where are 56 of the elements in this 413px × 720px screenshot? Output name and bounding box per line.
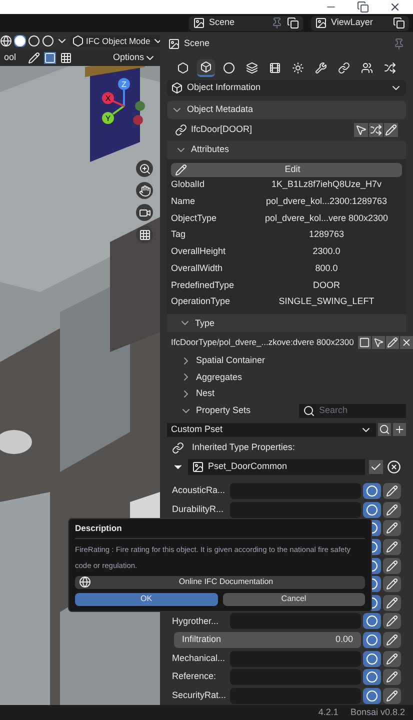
attribute-value: 1K_B1Lz8f7iehQ8Uze_H7v [270,178,383,192]
version-text: 4.2.1 [318,706,338,719]
property-label: SecurityRat... [172,688,228,702]
x-axis-handle[interactable]: X [102,92,114,104]
search-field[interactable]: Search [299,404,406,418]
documentation-button[interactable]: Online IFC Documentation [75,576,365,589]
section-header[interactable]: Spatial Container [180,354,266,368]
entity-name: IfcDoor[DOOR] [191,123,252,136]
breadcrumb: Scene [184,37,210,50]
property-value: 0.00 [335,633,353,646]
attribute-value: pol_dvere_kol...2300:1289763 [264,195,388,208]
section-header[interactable]: Type [167,314,406,332]
attribute-value: 800.0 [314,262,339,275]
property-label: Hygrother... [172,614,220,628]
property-label: Mechanical... [172,652,226,665]
attribute-value: DOOR [312,278,341,292]
attribute-name: OperationType [171,295,232,308]
type-name: IfcDoorType/pol_dvere_...zkove:dvere 800x2300 [171,336,354,349]
attribute-value: 1289763 [308,228,346,242]
y-axis-handle[interactable]: Y [102,112,114,124]
attribute-name: PredefinedType [171,278,236,292]
ok-button[interactable]: OK [75,592,218,606]
scene-selector[interactable]: Scene [189,16,303,30]
attribute-value: 2300.0 [312,245,342,258]
inherited-label: Inherited Type Properties: [192,441,295,454]
section-header[interactable]: Object Metadata [167,100,406,119]
tool-label: ool [4,51,16,64]
section-header[interactable]: Attributes [167,140,406,159]
section-header[interactable]: Property Sets [180,404,251,418]
section-header[interactable]: Aggregates [180,370,242,384]
view-layer-selector[interactable]: ViewLayer [311,16,409,30]
attribute-name: OverallWidth [171,262,224,275]
dialog-title: Description [75,522,365,539]
pset-dropdown[interactable]: Custom Pset [167,422,376,437]
attribute-name: Tag [171,228,187,242]
addon-version: Bonsai v0.8.2 [350,706,405,719]
attribute-name: GlobalId [171,178,206,192]
attribute-value: pol_dvere_kol...vere 800x2300 [264,212,390,225]
options-button[interactable]: Options [112,51,156,65]
property-label: Reference: [172,670,218,684]
property-label: DurabilityR... [172,503,225,516]
mode-selector[interactable]: IFC Object Mode [70,34,160,48]
edit-button[interactable]: Edit [171,162,402,177]
infiltration-field[interactable]: Infiltration 0.00 [174,632,361,648]
section-header[interactable]: Nest [180,387,215,401]
property-label: AcousticRa... [172,484,226,498]
property-label: Infiltration [182,633,222,646]
cancel-button[interactable]: Cancel [222,592,365,606]
panel-selector[interactable]: Object Information [167,80,406,96]
scene-name: Scene [209,16,236,30]
attribute-value: SINGLE_SWING_LEFT [278,295,376,308]
attribute-name: OverallHeight [171,245,227,258]
attribute-name: ObjectType [171,212,218,225]
pset-name-field[interactable]: Pset_DoorCommon [188,458,365,475]
view-layer-name: ViewLayer [331,16,374,30]
attribute-name: Name [171,195,196,208]
